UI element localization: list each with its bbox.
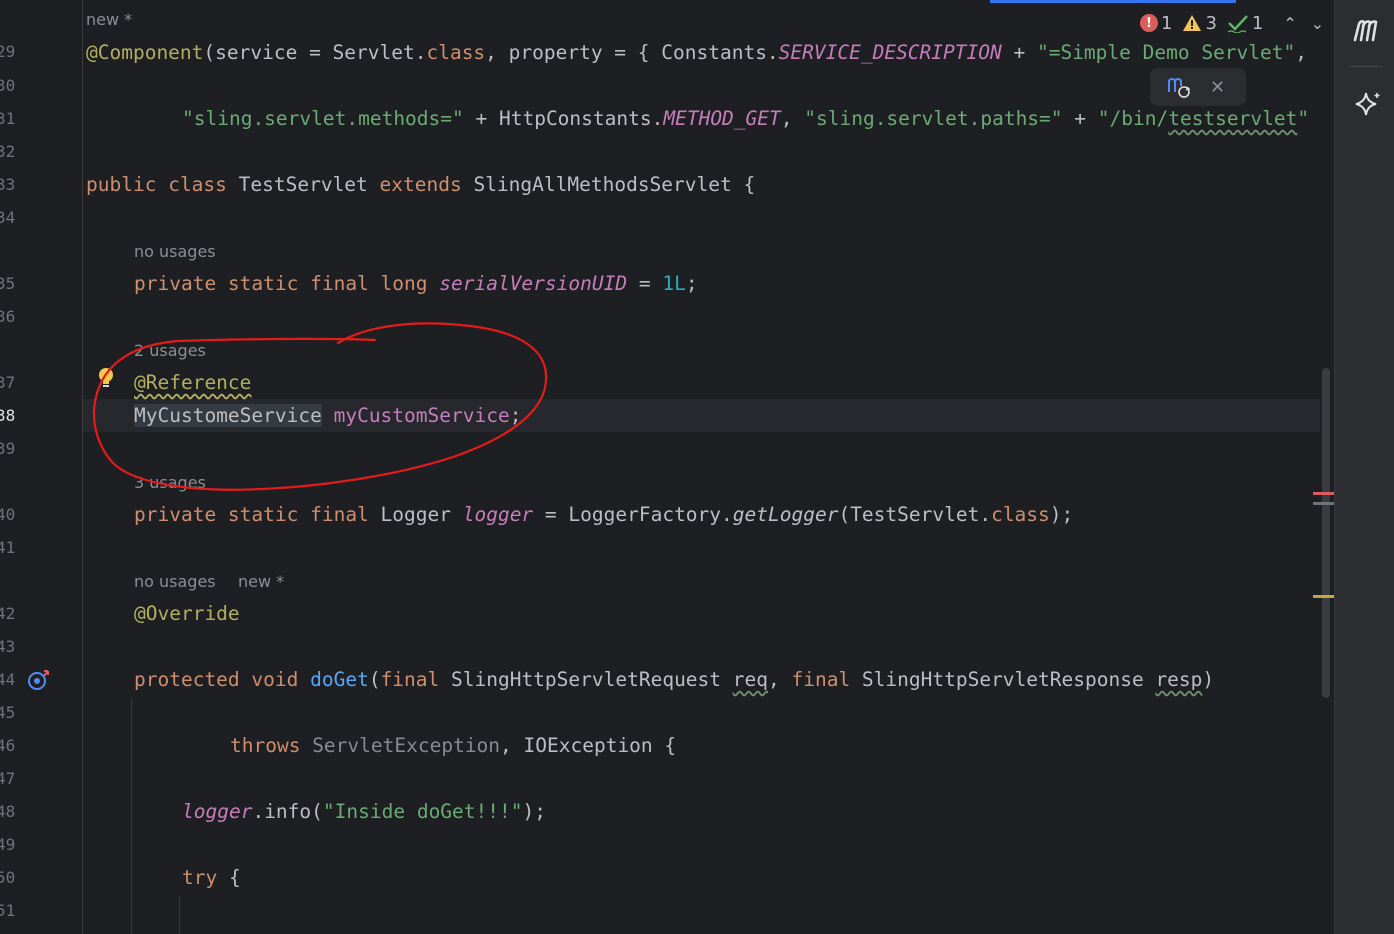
code-line-40[interactable]: private static final Logger logger = Log… xyxy=(134,503,1073,527)
code-line-33[interactable]: public class TestServlet extends SlingAl… xyxy=(86,173,755,197)
red-annotation-circle xyxy=(92,322,548,491)
code-line-38[interactable]: MyCustomeService myCustomService; xyxy=(134,404,521,428)
line-number: 29 xyxy=(0,42,16,61)
line-number: 36 xyxy=(0,307,16,326)
line-number-current: 38 xyxy=(0,406,16,425)
indent-guide xyxy=(179,896,180,934)
check-icon xyxy=(1227,15,1248,33)
line-number: 35 xyxy=(0,274,16,293)
code-line-37[interactable]: @Reference xyxy=(134,371,251,395)
usages-hint[interactable]: 3 usages xyxy=(134,473,206,493)
m-logo-icon[interactable] xyxy=(1351,14,1383,44)
line-number: 44 xyxy=(0,670,16,689)
line-number: 34 xyxy=(0,208,16,227)
line-number: 41 xyxy=(0,538,16,557)
code-editor[interactable]: 29 30 31 32 33 34 35 36 37 38 39 40 41 4… xyxy=(0,0,1334,934)
line-number: 42 xyxy=(0,604,16,623)
line-number: 50 xyxy=(0,868,16,887)
line-number: 48 xyxy=(0,802,16,821)
error-icon: ! xyxy=(1140,14,1158,32)
code-line-50[interactable]: try { xyxy=(182,866,241,890)
usages-hint[interactable]: no usages xyxy=(134,242,216,262)
info-stripe-marker[interactable] xyxy=(1313,502,1334,505)
error-stripe-marker[interactable] xyxy=(1313,492,1334,495)
line-number: 43 xyxy=(0,637,16,656)
typo-count[interactable]: 1 xyxy=(1227,13,1263,34)
reference-annotation: @Reference xyxy=(134,371,252,394)
line-number: 32 xyxy=(0,142,16,161)
indent-guide xyxy=(131,698,132,934)
chevron-up-icon[interactable]: ⌃ xyxy=(1283,14,1296,33)
code-line-48[interactable]: logger.info("Inside doGet!!!"); xyxy=(182,800,546,824)
maven-reload-icon[interactable] xyxy=(1166,74,1192,100)
code-line-44[interactable]: protected void doGet(final SlingHttpServ… xyxy=(134,668,1214,692)
lightbulb-icon[interactable] xyxy=(96,366,116,390)
line-number: 33 xyxy=(0,175,16,194)
author-hint[interactable]: new * xyxy=(86,10,132,30)
code-line-42[interactable]: @Override xyxy=(134,602,240,626)
right-tool-strip xyxy=(1334,0,1394,934)
line-number-gutter[interactable]: 29 30 31 32 33 34 35 36 37 38 39 40 41 4… xyxy=(0,0,113,934)
warning-stripe-marker[interactable] xyxy=(1313,595,1334,598)
code-line-35[interactable]: private static final long serialVersionU… xyxy=(134,272,698,296)
ai-sparkle-icon[interactable] xyxy=(1353,90,1383,120)
code-line-46[interactable]: throws ServletException, IOException { xyxy=(230,734,676,758)
annotation-token: @Component xyxy=(86,41,204,64)
inspections-widget[interactable]: ! 1 3 1 ⌃ ⌄ xyxy=(1140,10,1324,36)
line-number: 47 xyxy=(0,769,16,788)
author-hint[interactable]: new * xyxy=(238,572,284,592)
chevron-down-icon[interactable]: ⌄ xyxy=(1311,14,1324,33)
maven-reload-popup[interactable]: ✕ xyxy=(1150,68,1246,106)
line-number: 51 xyxy=(0,901,16,920)
line-number: 49 xyxy=(0,835,16,854)
line-number: 40 xyxy=(0,505,16,524)
line-number: 45 xyxy=(0,703,16,722)
close-icon[interactable]: ✕ xyxy=(1210,77,1225,98)
progress-indicator xyxy=(990,0,1236,3)
vertical-scrollbar[interactable] xyxy=(1322,368,1330,698)
line-number: 37 xyxy=(0,373,16,392)
type-token-selected: MyCustomeService xyxy=(134,404,322,427)
line-number: 31 xyxy=(0,109,16,128)
code-line-29[interactable]: @Component(service = Servlet.class, prop… xyxy=(86,41,1307,65)
override-gutter-icon[interactable] xyxy=(26,668,52,692)
usages-hint[interactable]: 2 usages xyxy=(134,341,206,361)
line-number: 30 xyxy=(0,76,16,95)
warning-icon xyxy=(1183,15,1202,31)
line-number: 46 xyxy=(0,736,16,755)
line-number: 39 xyxy=(0,439,16,458)
warning-count[interactable]: 3 xyxy=(1182,13,1217,34)
error-count[interactable]: ! 1 xyxy=(1140,13,1172,34)
strip-divider xyxy=(1349,66,1383,67)
code-line-31[interactable]: "sling.servlet.methods=" + HttpConstants… xyxy=(182,107,1309,131)
usages-hint[interactable]: no usages xyxy=(134,572,216,592)
